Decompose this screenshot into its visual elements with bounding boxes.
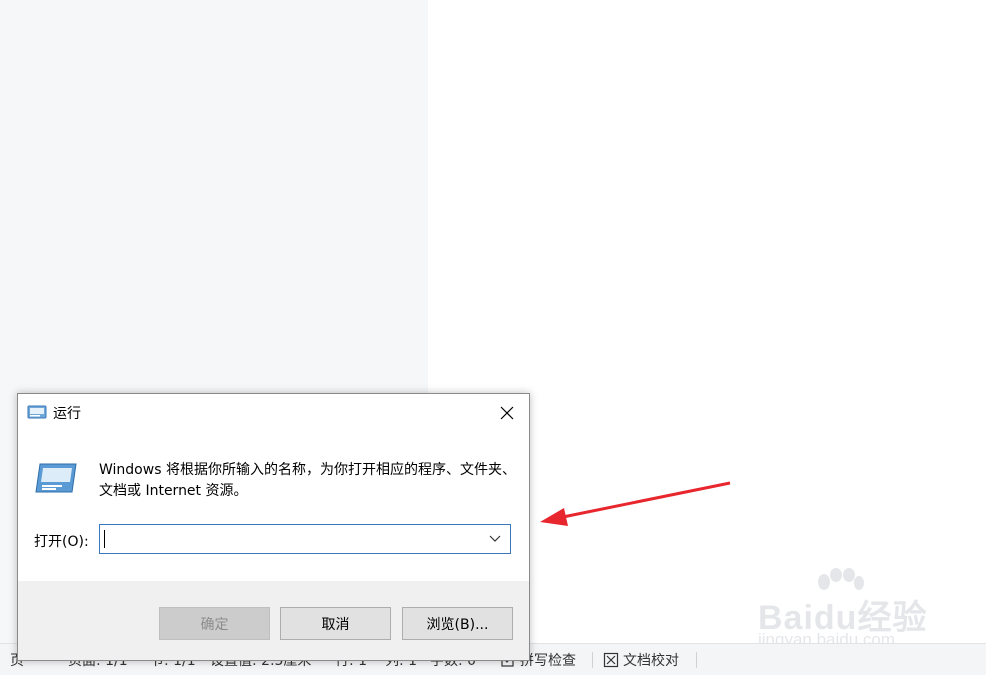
dialog-title: 运行 bbox=[53, 406, 81, 422]
proofread-icon bbox=[603, 652, 619, 668]
text-caret bbox=[104, 530, 105, 548]
run-dialog: 运行 Windows 将根据你所输入的名称，为你打开相应的程序、文件夹、文档或 … bbox=[17, 393, 530, 661]
close-icon bbox=[500, 406, 514, 420]
close-button[interactable] bbox=[485, 394, 529, 432]
open-input[interactable] bbox=[100, 525, 480, 553]
cancel-button[interactable]: 取消 bbox=[280, 607, 391, 640]
ok-button[interactable]: 确定 bbox=[159, 607, 270, 640]
open-label: 打开(O): bbox=[34, 534, 89, 550]
status-divider bbox=[696, 652, 697, 668]
dialog-description: Windows 将根据你所输入的名称，为你打开相应的程序、文件夹、文档或 Int… bbox=[99, 462, 516, 499]
run-icon bbox=[27, 405, 47, 419]
status-doc-proofread[interactable]: 文档校对 bbox=[603, 644, 679, 675]
combo-dropdown-button[interactable] bbox=[482, 525, 508, 553]
dialog-footer: 确定 取消 浏览(B)... bbox=[18, 581, 529, 660]
red-arrow-annotation bbox=[540, 481, 731, 526]
baidu-jingyan-watermark: Baidu经验 jingyan.baidu.com bbox=[758, 568, 938, 653]
status-divider bbox=[592, 652, 593, 668]
browse-button[interactable]: 浏览(B)... bbox=[402, 607, 513, 640]
run-program-icon bbox=[35, 463, 77, 493]
dialog-titlebar[interactable]: 运行 bbox=[18, 394, 529, 432]
open-combobox[interactable] bbox=[99, 524, 511, 554]
chevron-down-icon bbox=[489, 535, 501, 542]
